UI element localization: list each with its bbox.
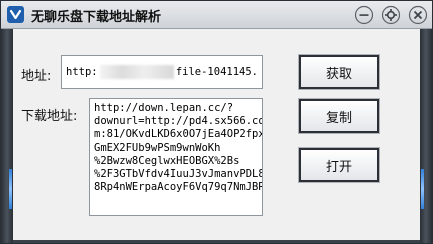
address-value-start: http: [66,66,98,78]
main-window: 无聊乐盘下载地址解析 地址: http: file-1041145. 下载地址:… [0,0,433,244]
open-button[interactable]: 打开 [298,147,380,183]
download-address-textarea[interactable]: http://down.lepan.cc/? downurl=http://pd… [89,98,263,216]
address-label: 地址: [21,69,52,84]
minimize-button[interactable] [352,4,376,26]
copy-button[interactable]: 复制 [298,98,380,134]
bottom-frame [13,240,420,243]
download-address-label: 下载地址: [21,109,78,124]
get-button[interactable]: 获取 [298,54,380,90]
title-bar[interactable]: 无聊乐盘下载地址解析 [1,1,432,29]
minimize-icon [354,5,374,25]
app-logo-icon [6,5,25,24]
settings-button[interactable] [379,4,403,26]
settings-icon [381,5,401,25]
close-icon [408,5,428,25]
left-frame [1,29,13,243]
content-area: 地址: http: file-1041145. 下载地址: http://dow… [13,29,420,243]
title-controls [349,4,430,26]
right-frame [420,29,432,243]
address-value-end: file-1041145. [175,66,258,78]
address-input[interactable]: http: file-1041145. [61,55,263,89]
window-title: 无聊乐盘下载地址解析 [31,10,162,25]
close-button[interactable] [406,4,430,26]
address-redacted [99,65,174,79]
